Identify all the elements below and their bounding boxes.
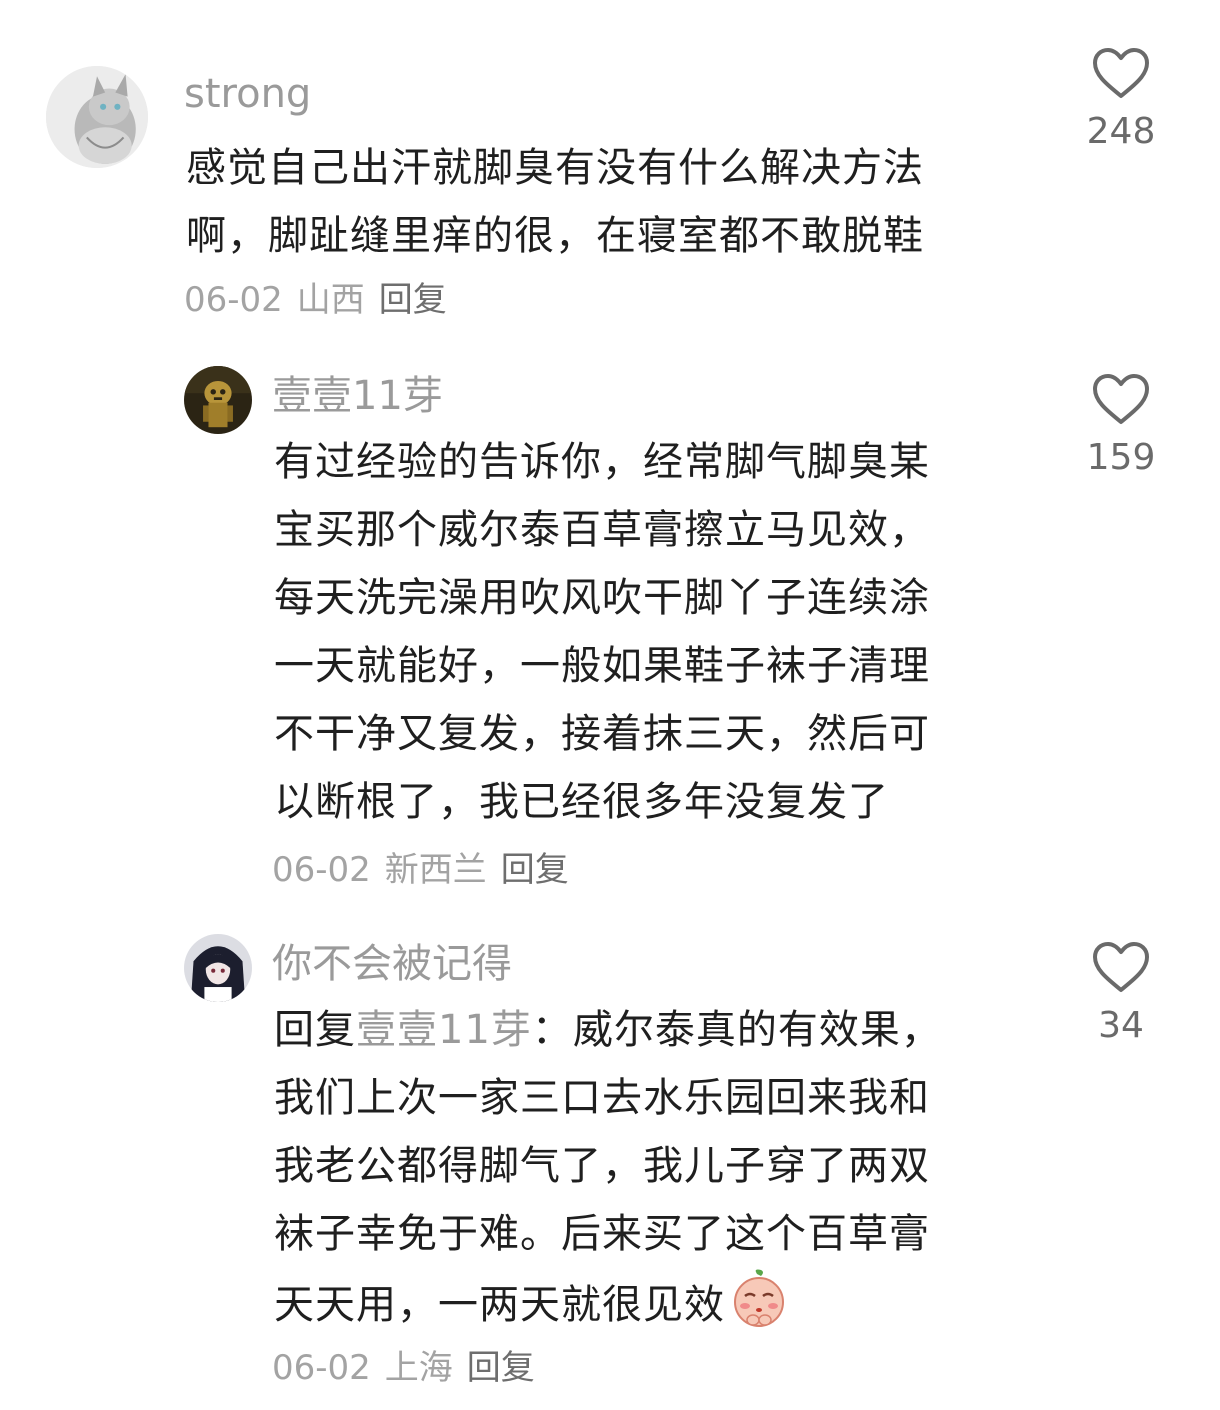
- reply-meta: 06-02 新西兰 回复: [272, 850, 583, 890]
- reply-meta: 06-02 上海 回复: [272, 1348, 549, 1388]
- reply-text-line: 袜子幸免于难。后来买了这个百草膏: [274, 1211, 930, 1257]
- heart-icon: [1093, 374, 1149, 424]
- statue-avatar-icon: [184, 366, 252, 434]
- reply-text-line: 有过经验的告诉你，经常脚气脚臭某: [274, 439, 930, 485]
- reply-text-line: 回复壹壹11芽：威尔泰真的有效果，: [274, 996, 942, 1064]
- avatar[interactable]: [46, 66, 148, 168]
- reply-button[interactable]: 回复: [501, 850, 569, 890]
- like-count: 248: [1086, 111, 1156, 152]
- reply-first-line: ：威尔泰真的有效果，: [531, 1007, 942, 1053]
- reply-text-line: 我们上次一家三口去水乐园回来我和: [274, 1075, 930, 1121]
- shy-face-emoji-icon: [734, 1269, 784, 1327]
- heart-icon: [1093, 942, 1149, 992]
- reply-username[interactable]: 壹壹11芽: [272, 372, 443, 420]
- like-count: 34: [1098, 1005, 1144, 1046]
- like-button[interactable]: 248: [1066, 46, 1176, 154]
- comment-text-line: 感觉自己出汗就脚臭有没有什么解决方法: [186, 145, 924, 191]
- reply-last-line: 天天用，一两天就很见效: [274, 1282, 725, 1328]
- reply-text-line: 每天洗完澡用吹风吹干脚丫子连续涂: [274, 575, 930, 621]
- comment-username[interactable]: strong: [184, 70, 311, 118]
- comment-date: 06-02: [184, 280, 283, 320]
- comment-text: 感觉自己出汗就脚臭有没有什么解决方法 啊，脚趾缝里痒的很，在寝室都不敢脱鞋: [186, 134, 924, 270]
- avatar[interactable]: [184, 366, 252, 434]
- reply-text-line: 一天就能好，一般如果鞋子袜子清理: [274, 643, 930, 689]
- reply-text: 有过经验的告诉你，经常脚气脚臭某 宝买那个威尔泰百草膏擦立马见效， 每天洗完澡用…: [274, 428, 930, 836]
- mention-link[interactable]: 壹壹11芽: [356, 1007, 532, 1053]
- reply-text-line: 宝买那个威尔泰百草膏擦立马见效，: [274, 507, 930, 553]
- comment-text-line: 啊，脚趾缝里痒的很，在寝室都不敢脱鞋: [186, 213, 924, 259]
- reply-text-line: 天天用，一两天就很见效: [274, 1268, 942, 1339]
- reply-text-line: 以断根了，我已经很多年没复发了: [274, 779, 889, 825]
- reply-location: 新西兰: [384, 850, 487, 890]
- reply-location: 上海: [384, 1348, 453, 1388]
- like-button[interactable]: 34: [1066, 940, 1176, 1048]
- anime-avatar-icon: [184, 934, 252, 1002]
- reply-text: 回复壹壹11芽：威尔泰真的有效果， 我们上次一家三口去水乐园回来我和 我老公都得…: [274, 996, 942, 1339]
- comment-meta: 06-02 山西 回复: [184, 280, 461, 320]
- heart-icon: [1093, 48, 1149, 98]
- reply-button[interactable]: 回复: [379, 280, 447, 320]
- comment-location: 山西: [296, 280, 365, 320]
- like-button[interactable]: 159: [1066, 372, 1176, 480]
- reply-text-line: 不干净又复发，接着抹三天，然后可: [274, 711, 930, 757]
- reply-prefix: 回复: [274, 1007, 356, 1053]
- reply-button[interactable]: 回复: [467, 1348, 535, 1388]
- cat-avatar-icon: [46, 66, 148, 168]
- reply-text-line: 我老公都得脚气了，我儿子穿了两双: [274, 1143, 930, 1189]
- reply-username[interactable]: 你不会被记得: [272, 940, 512, 988]
- avatar[interactable]: [184, 934, 252, 1002]
- reply-date: 06-02: [272, 850, 371, 890]
- reply-date: 06-02: [272, 1348, 371, 1388]
- like-count: 159: [1086, 437, 1156, 478]
